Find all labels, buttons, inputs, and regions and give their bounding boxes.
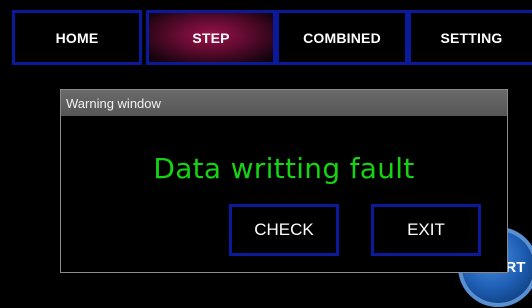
- dialog-titlebar[interactable]: Warning window: [61, 90, 507, 116]
- tab-step[interactable]: STEP: [146, 10, 276, 65]
- tab-setting-label: SETTING: [440, 29, 503, 46]
- dialog-message: Data writting fault: [153, 152, 415, 185]
- tab-combined[interactable]: COMBINED: [276, 10, 408, 65]
- warning-dialog: Warning window Data writting fault CHECK…: [60, 89, 508, 273]
- tab-combined-label: COMBINED: [303, 29, 381, 46]
- tab-home-label: HOME: [55, 29, 99, 46]
- top-navigation-bar: HOME STEP COMBINED SETTING: [0, 10, 532, 65]
- exit-button-label: EXIT: [407, 220, 445, 239]
- hmi-screen: HOME STEP COMBINED SETTING START Warning…: [0, 0, 532, 308]
- check-button-label: CHECK: [254, 220, 314, 239]
- dialog-title: Warning window: [66, 95, 161, 111]
- exit-button[interactable]: EXIT: [371, 204, 481, 256]
- tab-step-label: STEP: [192, 29, 230, 46]
- tab-setting[interactable]: SETTING: [408, 10, 532, 65]
- check-button[interactable]: CHECK: [229, 204, 339, 256]
- tab-home[interactable]: HOME: [12, 10, 142, 65]
